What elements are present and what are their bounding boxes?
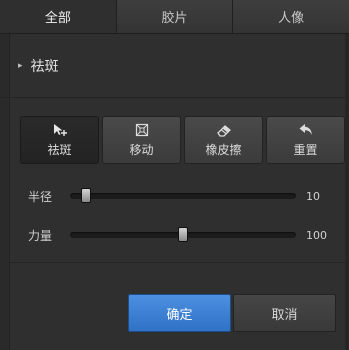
move-frame-icon [135,123,148,137]
confirm-button[interactable]: 确定 [128,294,231,332]
expand-caret-icon[interactable]: ▸ [18,61,23,71]
section-title: 祛斑 [30,58,59,75]
strength-slider-thumb[interactable] [178,227,188,242]
tab-portrait-label: 人像 [278,11,305,26]
move-label: 移动 [129,143,154,157]
reset-label: 重置 [293,143,318,157]
tab-bar: 全部 胶片 人像 [0,0,349,34]
reset-button[interactable]: 重置 [266,116,345,164]
spot-remove-label: 祛斑 [47,143,72,157]
cancel-button[interactable]: 取消 [233,294,336,332]
tab-film-label: 胶片 [161,11,188,26]
tab-all-label: 全部 [44,10,71,26]
tab-portrait[interactable]: 人像 [233,0,349,33]
strength-slider-track[interactable] [70,227,296,242]
spot-remove-icon [53,124,67,136]
strength-slider-row: 力量 100 [0,225,349,245]
radius-slider-track[interactable] [70,188,296,203]
section-header-spot-removal[interactable]: ▸ 祛斑 [0,34,349,98]
eraser-icon [216,125,231,137]
reset-arrow-icon [299,124,312,135]
eraser-button[interactable]: 橡皮擦 [184,116,263,164]
radius-slider-thumb[interactable] [80,188,91,203]
radius-label: 半径 [28,189,53,204]
strength-label: 力量 [28,228,53,243]
tab-all[interactable]: 全部 [0,0,117,33]
spot-remove-button[interactable]: 祛斑 [20,116,99,164]
eraser-label: 橡皮擦 [205,143,242,157]
move-button[interactable]: 移动 [102,116,181,164]
strength-value: 100 [306,228,327,242]
radius-slider-row: 半径 10 [0,186,349,206]
divider [10,262,349,263]
tool-group: 祛斑 移动 橡皮擦 重置 [20,116,345,164]
radius-value: 10 [306,189,320,203]
tab-film[interactable]: 胶片 [116,0,234,33]
